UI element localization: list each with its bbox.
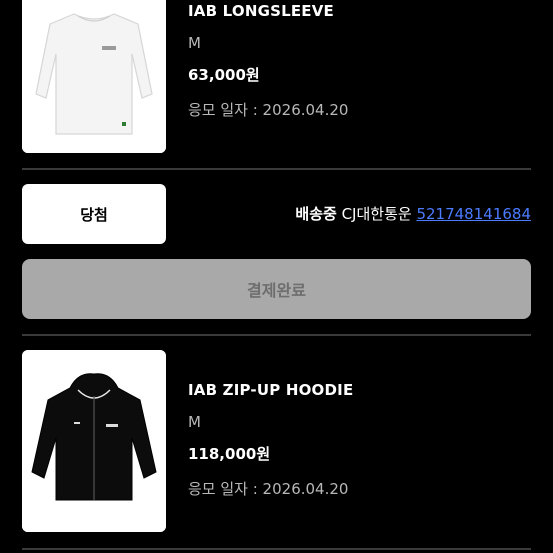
- product-size: M: [188, 413, 201, 431]
- product-size: M: [188, 34, 201, 52]
- product-name[interactable]: IAB ZIP-UP HOODIE: [188, 381, 353, 399]
- win-badge: 당첨: [22, 184, 166, 244]
- order-info-1: IAB LONGSLEEVE M 63,000원 응모 일자 : 2026.04…: [188, 2, 348, 120]
- entry-date: 응모 일자 : 2026.04.20: [188, 101, 349, 119]
- divider: [22, 168, 531, 170]
- divider: [22, 334, 531, 336]
- payment-complete-button[interactable]: 결제완료: [22, 259, 531, 319]
- product-image-longsleeve[interactable]: [22, 0, 166, 153]
- product-image-hoodie[interactable]: [22, 350, 166, 532]
- divider: [22, 548, 531, 550]
- product-name[interactable]: IAB LONGSLEEVE: [188, 2, 348, 20]
- shipping-status: 배송중: [295, 205, 337, 223]
- order-info-2: IAB ZIP-UP HOODIE M 118,000원 응모 일자 : 202…: [188, 381, 353, 499]
- product-price: 118,000원: [188, 445, 271, 463]
- white-longsleeve-shirt-icon: [22, 0, 166, 153]
- entry-date: 응모 일자 : 2026.04.20: [188, 480, 349, 498]
- black-zip-hoodie-icon: [22, 350, 166, 532]
- shipping-info: 배송중 CJ대한통운 521748141684: [295, 203, 531, 224]
- product-price: 63,000원: [188, 66, 260, 84]
- carrier-name: CJ대한통운: [341, 205, 412, 223]
- tracking-number-link[interactable]: 521748141684: [416, 205, 531, 223]
